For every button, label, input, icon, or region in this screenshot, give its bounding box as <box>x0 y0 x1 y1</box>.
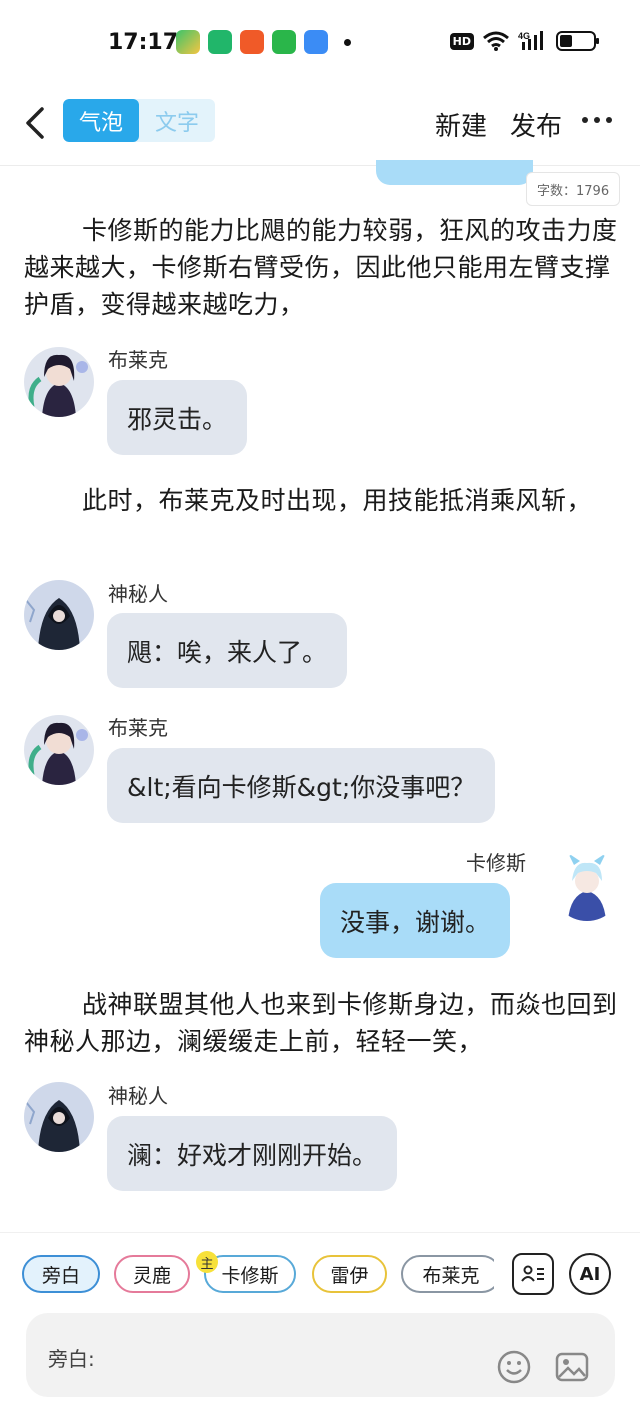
listen-app-icon <box>240 30 264 54</box>
character-chip-pangbai[interactable]: 旁白 <box>22 1255 100 1293</box>
character-chip-leiyi[interactable]: 雷伊 <box>312 1255 387 1293</box>
message-bubble[interactable]: 飓：唉，来人了。 <box>107 613 348 688</box>
character-chip-bulaike[interactable]: 布莱克 <box>401 1255 494 1293</box>
status-app-icons <box>176 30 351 54</box>
shenmiren-portrait-icon <box>24 1082 94 1152</box>
ai-button[interactable]: AI <box>569 1253 611 1295</box>
files-app-icon <box>304 30 328 54</box>
avatar-shenmiren[interactable] <box>24 1082 94 1152</box>
avatar-shenmiren[interactable] <box>24 580 94 650</box>
sender-name: 布莱克 <box>108 348 168 372</box>
word-count: 字数：1796 <box>526 172 621 206</box>
bulaike-portrait-icon <box>24 715 94 785</box>
message-input[interactable]: 旁白: <box>26 1313 615 1397</box>
message-bubble[interactable]: 没事，谢谢。 <box>320 883 511 958</box>
input-speaker-label: 旁白: <box>48 1347 95 1371</box>
top-bar: 气泡 文字 新建 发布 <box>0 86 640 166</box>
mode-switch: 气泡 文字 <box>63 99 215 142</box>
character-chip-linglu[interactable]: 灵鹿 <box>114 1255 190 1293</box>
iqiyi-app-icon <box>272 30 296 54</box>
more-options-icon[interactable] <box>582 117 612 123</box>
narration-text[interactable]: 战神联盟其他人也来到卡修斯身边，而焱也回到神秘人那边，澜缓缓走上前，轻轻一笑， <box>24 986 620 1060</box>
new-button[interactable]: 新建 <box>435 106 487 143</box>
sender-name: 布莱克 <box>108 716 168 740</box>
main-character-badge: 主 <box>196 1251 218 1273</box>
character-chip-list: 旁白 灵鹿 卡修斯 雷伊 布莱克 <box>22 1255 494 1295</box>
avatar-kaxiusi[interactable] <box>552 851 622 921</box>
hd-icon: HD <box>449 32 474 50</box>
character-card-icon[interactable] <box>512 1253 554 1295</box>
notification-dot-icon <box>344 38 351 46</box>
tab-text[interactable]: 文字 <box>139 99 215 142</box>
avatar-bulaike[interactable] <box>24 715 94 785</box>
shenmiren-portrait-icon <box>24 580 94 650</box>
sender-name: 卡修斯 <box>466 851 526 875</box>
status-bar: 17:17 HD 4G <box>0 0 640 86</box>
wifi-icon <box>483 31 509 51</box>
image-icon[interactable] <box>554 1349 590 1385</box>
battery-icon <box>556 31 599 51</box>
bulaike-portrait-icon <box>24 347 94 417</box>
narration-text[interactable]: 此时，布莱克及时出现，用技能抵消乘风斩， <box>24 482 620 519</box>
emoji-icon[interactable] <box>496 1349 532 1385</box>
sender-name: 神秘人 <box>108 582 168 606</box>
publish-button[interactable]: 发布 <box>510 106 562 143</box>
video-app-icon <box>176 30 200 54</box>
signal-icon: 4G <box>518 31 543 50</box>
message-bubble[interactable]: &lt;看向卡修斯&gt;你没事吧？ <box>107 748 496 823</box>
partial-message-bubble[interactable] <box>376 160 533 185</box>
message-bubble[interactable]: 邪灵击。 <box>107 380 248 455</box>
sender-name: 神秘人 <box>108 1084 168 1108</box>
tab-bubble[interactable]: 气泡 <box>63 99 139 142</box>
fingerprint-app-icon <box>208 30 232 54</box>
status-right: HD 4G <box>449 30 599 52</box>
back-arrow-icon[interactable] <box>22 106 52 140</box>
composer-panel: 旁白 灵鹿 卡修斯 雷伊 布莱克 主 AI 旁白: <box>0 1232 640 1422</box>
avatar-bulaike[interactable] <box>24 347 94 417</box>
message-bubble[interactable]: 澜：好戏才刚刚开始。 <box>107 1116 398 1191</box>
kaxiusi-portrait-icon <box>552 851 622 921</box>
status-time: 17:17 <box>108 30 179 55</box>
narration-text[interactable]: 卡修斯的能力比飓的能力较弱，狂风的攻击力度越来越大，卡修斯右臂受伤，因此他只能用… <box>24 212 620 323</box>
